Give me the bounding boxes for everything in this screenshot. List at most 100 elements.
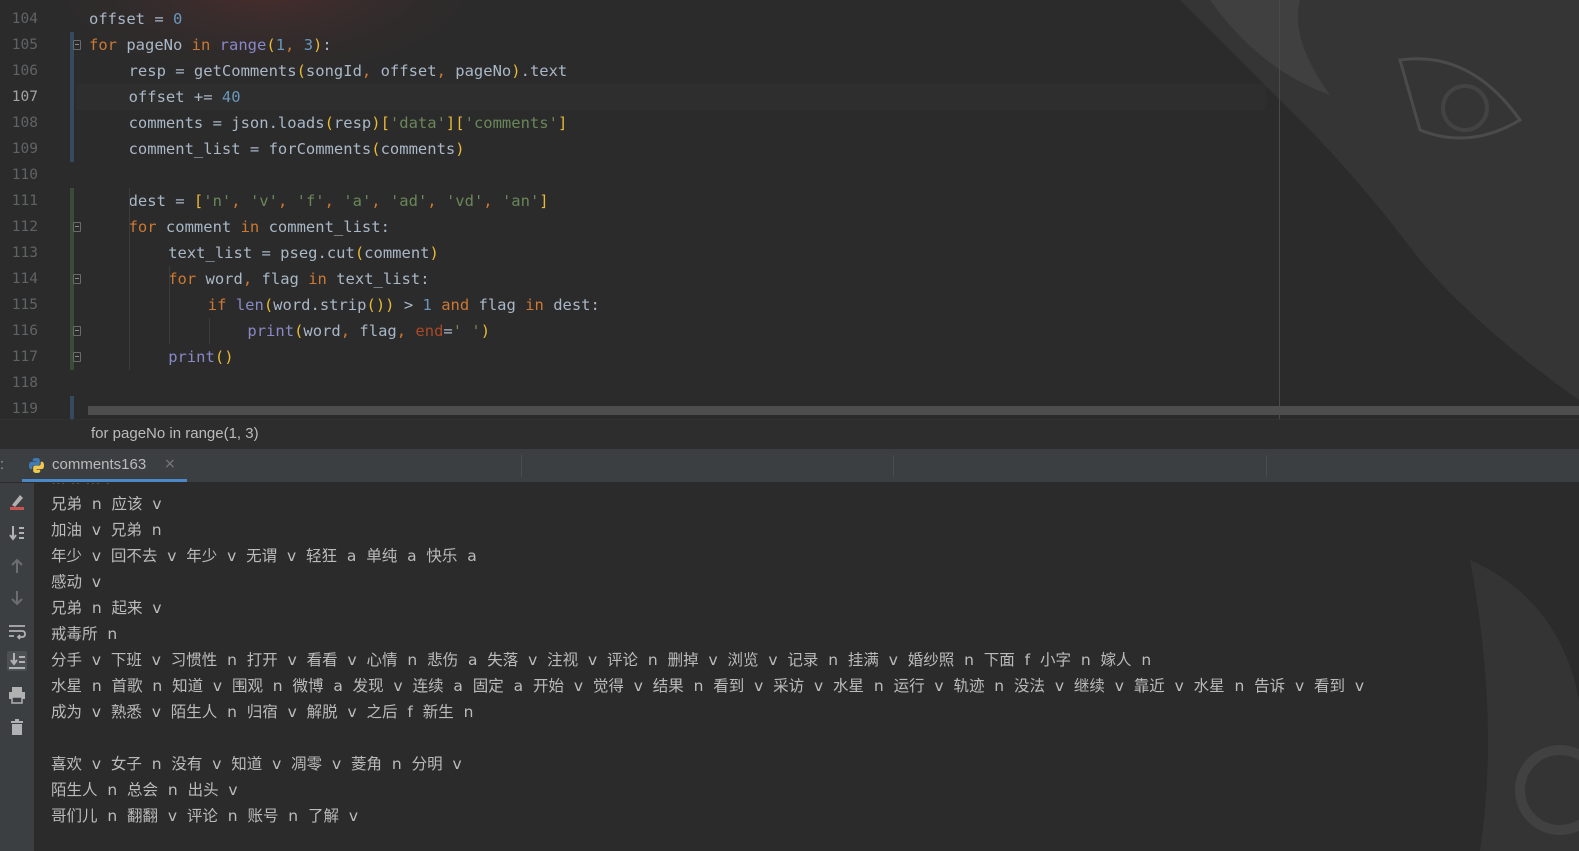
code-line[interactable]: comments = json.loads(resp)['data']['com…	[129, 110, 568, 136]
code-token: ,	[324, 192, 344, 210]
code-token: print	[247, 322, 295, 340]
code-token: )	[455, 140, 465, 158]
code-line[interactable]: print()	[168, 344, 233, 370]
code-token: ,	[285, 36, 304, 54]
scroll-to-bottom-toggle[interactable]	[7, 651, 27, 671]
line-number[interactable]: 116	[0, 318, 38, 344]
clear-output-icon[interactable]	[7, 491, 27, 511]
code-line[interactable]: comment_list = forComments(comments)	[129, 136, 465, 162]
code-token: 'vd'	[445, 192, 484, 210]
console-line: 分手 v 下班 v 习惯性 n 打开 v 看看 v 心情 n 悲伤 a 失落 v…	[51, 651, 1152, 669]
code-token: ()	[214, 348, 234, 366]
code-line[interactable]: offset = 0	[89, 6, 182, 32]
code-token: 1	[275, 36, 286, 54]
panel-marker: :	[0, 456, 5, 473]
code-token: dest:	[543, 296, 600, 314]
code-line[interactable]: for pageNo in range(1, 3):	[89, 32, 332, 58]
code-token: 'n'	[203, 192, 232, 210]
code-line[interactable]: if len(word.strip()) > 1 and flag in des…	[208, 292, 600, 318]
code-token: comment_list:	[259, 218, 390, 236]
breadcrumb-item[interactable]: for pageNo in range(1, 3)	[91, 425, 259, 442]
code-token: ()	[366, 296, 386, 314]
code-token: ' '	[452, 322, 481, 340]
code-token: word.strip	[273, 296, 367, 314]
console-line: 水星 n 首歌 n 知道 v 围观 n 微博 a 发现 v 连续 a 固定 a …	[51, 677, 1365, 695]
code-line[interactable]: for comment in comment_list:	[129, 214, 390, 240]
code-token: word	[196, 270, 243, 288]
down-arrow-icon[interactable]	[7, 588, 27, 608]
code-token: dest =	[128, 192, 194, 210]
code-line[interactable]: resp = getComments(songId, offset, pageN…	[129, 58, 568, 84]
line-number-gutter[interactable]: 104 105 106 107 108 109 110 111 112 113 114 115 116 1…	[0, 0, 70, 419]
code-line[interactable]: for word, flag in text_list:	[168, 266, 429, 292]
code-token: [	[380, 114, 390, 132]
scroll-to-bottom-icon	[9, 653, 25, 669]
code-token: )	[385, 296, 395, 314]
code-token: )	[480, 322, 491, 340]
console-line: 成为 v 熟悉 v 陌生人 n 归宿 v 解脱 v 之后 f 新生 n	[51, 703, 474, 721]
indent-guide	[169, 266, 170, 344]
line-number[interactable]: 105	[0, 32, 38, 58]
line-number[interactable]: 113	[0, 240, 38, 266]
fold-marker-icon[interactable]	[73, 40, 81, 50]
code-token: len	[235, 296, 264, 314]
code-token: ,	[427, 192, 446, 210]
console-line: 哥们儿 n 翻翻 v 评论 n 账号 n 了解 v	[51, 807, 359, 825]
console-output[interactable]: ··· ·· ··· · 兄弟 n 应该 v 加油 v 兄弟 n 年少 v 回不去 …	[35, 483, 1579, 851]
code-token: ,	[340, 322, 360, 340]
line-number[interactable]: 106	[0, 58, 38, 84]
fold-marker-icon[interactable]	[73, 326, 81, 336]
line-number[interactable]: 110	[0, 162, 38, 188]
code-token: .text	[520, 62, 568, 80]
console-line: 感动 v	[51, 573, 102, 591]
code-token: pageNo	[455, 62, 512, 80]
code-token: in	[240, 218, 260, 236]
soft-wrap-icon[interactable]	[7, 621, 27, 641]
line-number[interactable]: 104	[0, 6, 38, 32]
code-token: )	[313, 36, 323, 54]
scroll-to-end-icon[interactable]	[7, 523, 27, 543]
code-token: word	[303, 322, 341, 340]
code-token: resp	[333, 114, 372, 132]
line-number[interactable]: 119	[0, 396, 38, 419]
horizontal-scrollbar[interactable]	[88, 406, 1579, 415]
code-token: 'v'	[249, 192, 278, 210]
up-arrow-icon[interactable]	[7, 556, 27, 576]
code-token: and	[441, 296, 470, 314]
code-token: comment	[364, 244, 430, 262]
code-token: ,	[231, 192, 250, 210]
fold-marker-icon[interactable]	[73, 274, 81, 284]
fold-marker-icon[interactable]	[73, 222, 81, 232]
code-token: )	[511, 62, 521, 80]
code-token: ]	[557, 114, 568, 132]
code-editor[interactable]: 104 105 106 107 108 109 110 111 112 113 114 115 116 1…	[0, 0, 1579, 419]
code-line[interactable]: dest = ['n', 'v', 'f', 'a', 'ad', 'vd', …	[129, 188, 549, 214]
line-number[interactable]: 118	[0, 370, 38, 396]
tab-run-comments163[interactable]: comments163 ×	[22, 449, 187, 482]
line-number[interactable]: 107	[0, 84, 38, 110]
code-line[interactable]: offset += 40	[129, 84, 241, 110]
divider	[521, 455, 522, 477]
code-token: )	[429, 244, 439, 262]
console-line: 加油 v 兄弟 n	[51, 521, 162, 539]
line-number[interactable]: 109	[0, 136, 38, 162]
code-token: for	[128, 218, 157, 236]
trash-icon[interactable]	[7, 717, 27, 737]
print-icon[interactable]	[7, 685, 27, 705]
line-number[interactable]: 114	[0, 266, 38, 292]
code-token: text_list = pseg.cut	[168, 244, 355, 262]
code-token: comment_list = forComments	[128, 140, 372, 158]
code-token: text_list:	[326, 270, 430, 288]
code-line[interactable]: text_list = pseg.cut(comment)	[168, 240, 439, 266]
line-number[interactable]: 115	[0, 292, 38, 318]
code-line[interactable]: print(word, flag, end=' ')	[247, 318, 490, 344]
fold-marker-icon[interactable]	[73, 352, 81, 362]
line-number[interactable]: 117	[0, 344, 38, 370]
line-number[interactable]: 108	[0, 110, 38, 136]
console-line: 兄弟 n 起来 v	[51, 599, 162, 617]
breadcrumb[interactable]: for pageNo in range(1, 3)	[0, 419, 1579, 449]
line-number[interactable]: 111	[0, 188, 38, 214]
close-tab-icon[interactable]: ×	[164, 456, 176, 472]
code-token: (	[294, 322, 304, 340]
line-number[interactable]: 112	[0, 214, 38, 240]
